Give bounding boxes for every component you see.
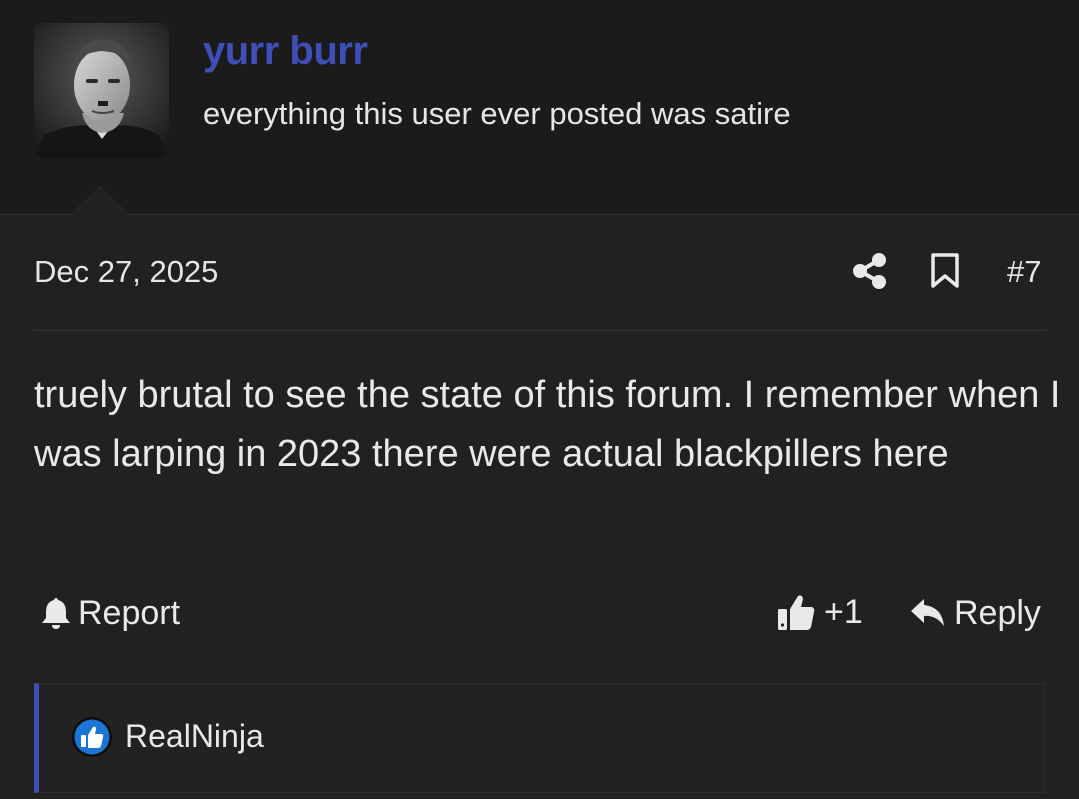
post-user-header: yurr burr everything this user ever post… — [0, 0, 1079, 215]
share-icon — [853, 253, 886, 289]
avatar[interactable] — [34, 23, 169, 158]
post-date[interactable]: Dec 27, 2025 — [34, 254, 218, 290]
reaction-user-link[interactable]: RealNinja — [125, 718, 264, 755]
plus-one-label: +1 — [824, 592, 863, 631]
username[interactable]: yurr burr — [203, 29, 368, 74]
like-reaction-icon — [72, 717, 112, 757]
post-number-link[interactable]: #7 — [1007, 254, 1041, 290]
share-button[interactable] — [852, 252, 888, 290]
reactions-bar: RealNinja — [34, 683, 1045, 793]
bell-icon — [42, 598, 70, 629]
reply-label: Reply — [954, 593, 1041, 632]
post-body: truely brutal to see the state of this f… — [34, 374, 1061, 475]
thumbs-up-icon — [778, 595, 815, 630]
meta-divider — [34, 330, 1046, 331]
plus-one-button[interactable]: +1 — [776, 591, 863, 633]
reply-button[interactable]: Reply — [910, 593, 1041, 633]
reply-arrow-icon — [911, 599, 944, 626]
bookmark-icon — [931, 253, 959, 288]
report-button[interactable]: Report — [40, 593, 180, 633]
message-pointer-arrow — [70, 186, 130, 215]
bookmark-button[interactable] — [930, 252, 960, 290]
forum-post: yurr burr everything this user ever post… — [0, 0, 1079, 799]
user-title: everything this user ever posted was sat… — [203, 96, 791, 131]
report-label: Report — [78, 593, 181, 632]
avatar-portrait-icon — [34, 23, 169, 158]
